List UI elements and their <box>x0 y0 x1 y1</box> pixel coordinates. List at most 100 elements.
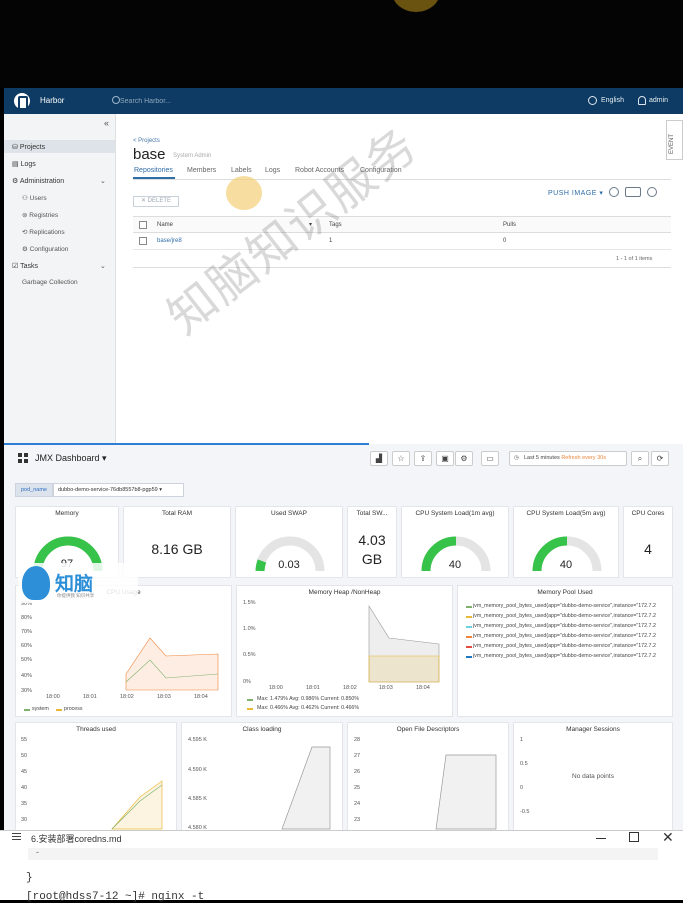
tab-logs[interactable]: Logs <box>265 167 280 174</box>
push-image-button[interactable]: PUSH IMAGE ▾ <box>548 189 603 197</box>
minimize-icon[interactable] <box>596 838 606 839</box>
watermark-logo-text: 知脑 <box>55 574 94 595</box>
search-icon <box>112 96 120 104</box>
y-tick: 0.5 <box>520 761 528 767</box>
maximize-icon[interactable] <box>629 832 639 842</box>
sidebar-item-configuration[interactable]: ⚙ Configuration <box>22 245 68 253</box>
y-tick: -0.5 <box>520 809 530 815</box>
sidebar-item-tasks[interactable]: ☑ Tasks <box>12 262 38 270</box>
legend-item[interactable]: jvm_memory_pool_bytes_used{app="dubbo-de… <box>473 603 656 609</box>
y-tick: 1 <box>520 737 524 743</box>
user-menu[interactable]: admin <box>649 97 668 104</box>
sidebar-item-users[interactable]: ⚇ Users <box>22 194 47 202</box>
row-checkbox[interactable] <box>139 237 147 245</box>
sidebar-item-logs[interactable]: ▤ Logs <box>12 160 36 168</box>
legend-system[interactable]: system <box>32 706 49 712</box>
tv-mode-icon[interactable]: ▭ <box>481 451 499 466</box>
panel-class-loading[interactable]: Class loading 4.595 K 4.590 K 4.585 K 4.… <box>181 722 343 832</box>
refresh-icon[interactable] <box>647 187 657 197</box>
share-icon[interactable]: ⇪ <box>414 451 432 466</box>
total-swap-value: 4.03 <box>358 532 386 548</box>
panel-cpu-cores[interactable]: CPU Cores 4 <box>623 506 673 578</box>
y-tick: 0.5% <box>243 652 256 658</box>
dashboard-title[interactable]: JMX Dashboard ▾ <box>35 453 107 464</box>
legend-swatch <box>247 708 253 710</box>
legend-item[interactable]: jvm_memory_pool_bytes_used{app="dubbo-de… <box>473 653 656 659</box>
chevron-down-icon[interactable]: ⌄ <box>100 177 106 185</box>
total-ram-value: 8.16 GB <box>151 541 203 557</box>
panel-total-ram[interactable]: Total RAM 8.16 GB <box>123 506 231 578</box>
close-icon[interactable]: ✕ <box>662 829 674 846</box>
add-panel-icon[interactable]: ▟ <box>370 451 388 466</box>
user-icon <box>638 96 646 105</box>
sidebar-collapse-button[interactable]: « <box>104 118 109 128</box>
panel-cpu-load-5m[interactable]: CPU System Load(5m avg) 40 <box>513 506 619 578</box>
y-tick: 70% <box>21 629 33 635</box>
tab-repositories[interactable]: Repositories <box>134 167 173 174</box>
threads-plot <box>111 780 163 830</box>
cpu-load-1m-value: 40 <box>448 559 462 571</box>
panel-memory-pool[interactable]: Memory Pool Used jvm_memory_pool_bytes_u… <box>457 585 673 717</box>
view-toggle-icon[interactable] <box>625 187 641 197</box>
panel-manager-sessions[interactable]: Manager Sessions 1 0.5 0 -0.5 No data po… <box>513 722 673 832</box>
language-selector[interactable]: English <box>601 97 624 104</box>
panel-threads[interactable]: Threads used 55 50 45 40 35 30 <box>15 722 177 832</box>
tab-labels[interactable]: Labels <box>231 167 252 174</box>
y-tick: 26 <box>354 769 361 775</box>
legend-item[interactable]: jvm_memory_pool_bytes_used{app="dubbo-de… <box>473 633 656 639</box>
settings-icon[interactable]: ⚙ <box>455 451 473 466</box>
panel-open-files[interactable]: Open File Descriptors 28 27 26 25 24 23 <box>347 722 509 832</box>
menu-icon[interactable] <box>12 833 21 840</box>
column-pulls[interactable]: Pulls <box>503 222 516 228</box>
search-icon[interactable] <box>609 187 619 197</box>
delete-button[interactable]: ✕ DELETE <box>133 196 179 207</box>
panel-total-swap[interactable]: Total SW... 4.03 GB <box>347 506 397 578</box>
legend-item[interactable]: jvm_memory_pool_bytes_used{app="dubbo-de… <box>473 623 656 629</box>
legend-item[interactable]: jvm_memory_pool_bytes_used{app="dubbo-de… <box>473 643 656 649</box>
star-icon[interactable]: ☆ <box>392 451 410 466</box>
panel-cpu-usage[interactable]: CPU Usage 90% 80% 70% 60% 50% 40% 30% 18… <box>15 585 232 717</box>
panel-cpu-load-1m[interactable]: CPU System Load(1m avg) 40 <box>401 506 509 578</box>
legend-swatch <box>56 709 62 711</box>
legend-process[interactable]: process <box>64 706 83 712</box>
page-title: base <box>133 146 166 163</box>
legend-heap[interactable]: Max: 1.479% Avg: 0.986% Current: 0.850% <box>257 696 359 702</box>
search-input[interactable] <box>120 95 240 107</box>
time-picker[interactable]: ◷ Last 5 minutes Refresh every 30s <box>509 451 627 466</box>
refresh-icon[interactable]: ⟳ <box>651 451 669 466</box>
logs-icon: ▤ <box>12 161 21 168</box>
sidebar-item-administration[interactable]: ⚙ Administration <box>12 177 64 185</box>
variable-select[interactable]: dubbo-demo-service-76db8557b8-pgp59 ▾ <box>53 483 184 497</box>
x-tick: 18:00 <box>269 685 283 691</box>
legend-swatch <box>466 656 472 658</box>
legend-item[interactable]: jvm_memory_pool_bytes_used{app="dubbo-de… <box>473 613 656 619</box>
save-icon[interactable]: ▣ <box>436 451 454 466</box>
select-all-checkbox[interactable] <box>139 221 147 229</box>
y-tick: 50 <box>21 753 28 759</box>
column-name[interactable]: Name <box>157 222 173 228</box>
variable-label: pod_name <box>15 483 53 497</box>
y-tick: 0 <box>520 785 524 791</box>
pagination-count: 1 - 1 of 1 items <box>616 256 653 262</box>
repo-name-link[interactable]: base/jre8 <box>157 238 182 244</box>
tab-members[interactable]: Members <box>187 167 216 174</box>
legend-nonheap[interactable]: Max: 0.466% Avg: 0.462% Current: 0.466% <box>257 705 359 711</box>
y-tick: 4.585 K <box>188 796 207 802</box>
panel-memory-heap[interactable]: Memory Heap /NonHeap 1.5% 1.0% 0.5% 0% 1… <box>236 585 453 717</box>
video-progress-bar <box>4 443 369 445</box>
breadcrumb[interactable]: < Projects <box>133 138 160 144</box>
y-tick: 4.590 K <box>188 767 207 773</box>
panel-used-swap[interactable]: Used SWAP 0.03 <box>235 506 343 578</box>
legend-swatch <box>466 646 472 648</box>
sidebar-item-projects[interactable]: ⛁ Projects <box>12 143 45 151</box>
y-tick: 23 <box>354 817 361 823</box>
harbor-logo-icon[interactable] <box>14 93 30 110</box>
configuration-icon: ⚙ <box>22 246 30 253</box>
sidebar-item-registries[interactable]: ⊚ Registries <box>22 211 58 219</box>
code-line: } <box>26 872 33 884</box>
dashboard-grid-icon[interactable] <box>18 453 28 463</box>
chevron-down-icon[interactable]: ⌄ <box>100 262 106 270</box>
zoom-out-icon[interactable]: ⌕ <box>631 451 649 466</box>
sidebar-item-garbage-collection[interactable]: Garbage Collection <box>22 279 78 286</box>
sidebar-item-replications[interactable]: ⟲ Replications <box>22 228 65 236</box>
